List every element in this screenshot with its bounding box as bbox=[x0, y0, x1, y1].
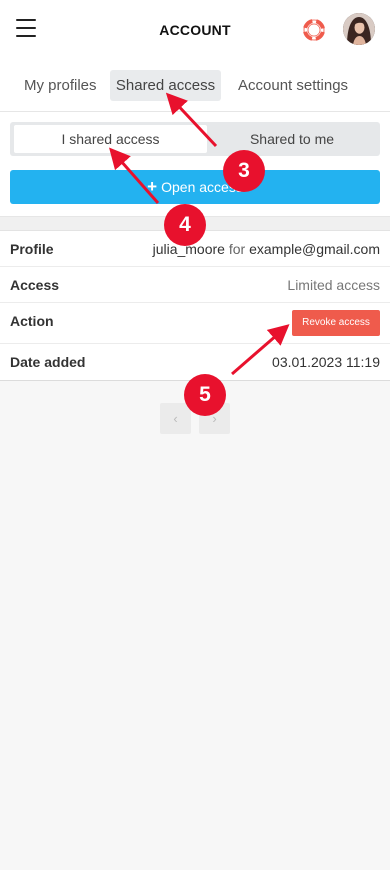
user-avatar[interactable] bbox=[343, 13, 375, 45]
access-direction-switch: I shared access Shared to me bbox=[10, 122, 380, 156]
tab-account-settings[interactable]: Account settings bbox=[238, 70, 348, 101]
lifebuoy-icon[interactable] bbox=[303, 19, 325, 41]
access-row: Access Limited access bbox=[0, 267, 390, 303]
date-label: Date added bbox=[10, 354, 86, 370]
profile-connector: for bbox=[228, 241, 246, 257]
action-row: Action Revoke access bbox=[0, 303, 390, 344]
page-title: ACCOUNT bbox=[159, 22, 231, 38]
app-header: ACCOUNT bbox=[0, 0, 390, 60]
date-value: 03.01.2023 11:19 bbox=[272, 354, 380, 370]
action-label: Action bbox=[10, 313, 54, 329]
plus-icon: + bbox=[147, 177, 158, 196]
menu-line bbox=[16, 19, 36, 21]
step-badge-4: 4 bbox=[164, 204, 206, 246]
shared-to-me-button[interactable]: Shared to me bbox=[207, 125, 377, 153]
open-access-button[interactable]: + Open access bbox=[10, 170, 380, 204]
account-tabs: My profiles Shared access Account settin… bbox=[0, 60, 390, 112]
step-badge-5: 5 bbox=[184, 374, 226, 416]
tab-my-profiles[interactable]: My profiles bbox=[24, 70, 97, 101]
date-row: Date added 03.01.2023 11:19 bbox=[0, 344, 390, 380]
profile-email: example@gmail.com bbox=[249, 241, 380, 257]
step-badge-3: 3 bbox=[223, 150, 265, 192]
access-label: Access bbox=[10, 277, 60, 293]
profile-label: Profile bbox=[10, 241, 54, 257]
shared-access-toolbar: I shared access Shared to me + Open acces… bbox=[0, 112, 390, 216]
tab-shared-access[interactable]: Shared access bbox=[110, 70, 221, 101]
revoke-access-button[interactable]: Revoke access bbox=[292, 310, 380, 336]
avatar-portrait bbox=[343, 13, 375, 45]
i-shared-access-button[interactable]: I shared access bbox=[14, 125, 207, 153]
access-value: Limited access bbox=[287, 277, 380, 293]
shared-access-details: Profile julia_moore for example@gmail.co… bbox=[0, 230, 390, 381]
previous-page-button[interactable]: ‹ bbox=[160, 403, 191, 434]
